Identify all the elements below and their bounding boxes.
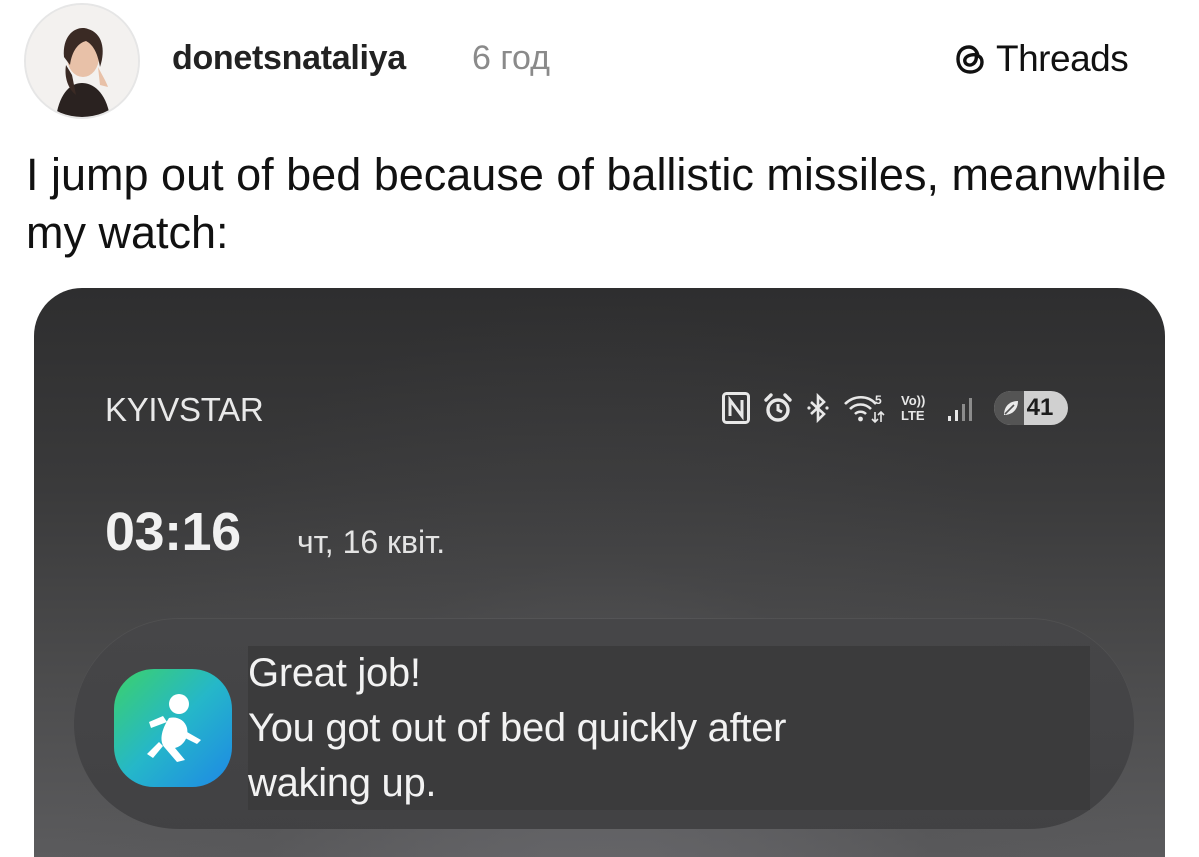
running-person-icon — [147, 694, 201, 762]
svg-text:LTE: LTE — [901, 408, 925, 423]
threads-label: Threads — [996, 38, 1129, 79]
fitness-app-icon — [114, 669, 232, 787]
battery-level: 41 — [1026, 394, 1054, 421]
alarm-icon — [764, 393, 792, 422]
username[interactable]: donetsnataliya — [172, 39, 406, 78]
notification-card[interactable]: Great job! You got out of bed quickly af… — [74, 619, 1134, 829]
avatar[interactable] — [24, 3, 140, 119]
notification-body-line-1: You got out of bed quickly after — [248, 706, 787, 750]
svg-text:Vo)): Vo)) — [901, 393, 925, 408]
post-caption: I jump out of bed because of ballistic m… — [26, 149, 1167, 258]
volte-icon: Vo)) LTE — [901, 393, 925, 423]
carrier-name: KYIVSTAR — [105, 391, 264, 428]
notification-title: Great job! — [248, 651, 421, 695]
notification-body-line-2: waking up. — [248, 761, 437, 805]
bluetooth-icon — [807, 392, 829, 424]
avatar-photo — [26, 5, 138, 117]
signal-icon — [948, 398, 972, 421]
svg-text:5: 5 — [875, 393, 882, 407]
leaf-icon — [1004, 401, 1018, 415]
wifi-icon: 5 — [844, 393, 885, 424]
threads-brand[interactable]: Threads — [950, 38, 1129, 80]
lockscreen-date: чт, 16 квіт. — [297, 524, 446, 560]
phone-screenshot: KYIVSTAR 5 Vo)) LTE 41 03:16 чт, 16 квіт… — [34, 288, 1165, 857]
lockscreen-time: 03:16 — [105, 502, 241, 562]
post-time: 6 год — [472, 39, 551, 77]
threads-logo-icon — [956, 45, 984, 74]
notification-text: Great job! You got out of bed quickly af… — [248, 646, 1090, 810]
nfc-icon — [722, 392, 750, 424]
status-bar-icons: 5 Vo)) LTE 41 — [722, 388, 1080, 428]
battery-indicator: 41 — [994, 391, 1068, 425]
